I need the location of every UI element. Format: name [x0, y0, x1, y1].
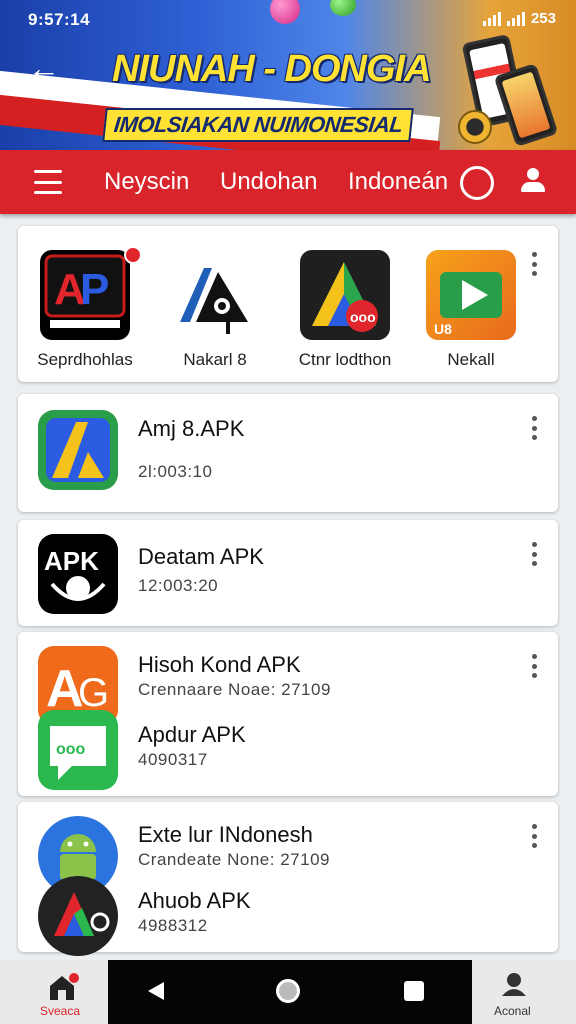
candy-decoration: [330, 0, 356, 16]
system-home-icon[interactable]: [276, 979, 300, 1003]
app-title: Deatam APK: [138, 544, 264, 569]
app-meta: 4090317: [138, 750, 208, 769]
user-icon[interactable]: [518, 166, 548, 196]
app-card-group: A G Hisoh Kond APK Crennaare Noae: 27109…: [18, 632, 558, 796]
notification-badge: [124, 246, 142, 264]
svg-text:U8: U8: [434, 321, 452, 337]
svg-text:G: G: [78, 671, 109, 715]
app-title: Amj 8.APK: [138, 416, 245, 441]
header-banner: 9:57:14 253 ← NIUNAH - DONGIA IMOLSIAKAN…: [0, 0, 576, 150]
featured-label[interactable]: Nakarl 8: [140, 350, 290, 370]
app-icon-yellow-a: [38, 410, 118, 490]
app-meta: 2l:003:10: [138, 462, 213, 481]
app-icon-green-chat[interactable]: ooo: [38, 710, 118, 790]
battery-percent: 253: [530, 10, 556, 27]
more-options-icon[interactable]: [530, 542, 538, 566]
status-icons: 253: [482, 10, 556, 27]
candy-decoration: [270, 0, 300, 24]
search-icon[interactable]: [460, 166, 494, 200]
phone-illustration: [493, 63, 559, 147]
featured-icon-play-store[interactable]: U8: [426, 250, 516, 340]
featured-icon-triangle-logo[interactable]: [170, 250, 260, 340]
system-back-icon[interactable]: [148, 982, 164, 1000]
app-card-group: Exte lur INdonesh Crandeate None: 27109 …: [18, 802, 558, 956]
app-meta: 4988312: [138, 916, 208, 935]
app-card[interactable]: APK Deatam APK 12:003:20: [18, 520, 558, 626]
status-time: 9:57:14: [28, 10, 91, 29]
featured-apps-card: A P Seprdhohlas Nakarl 8 ooo Ctnr lodtho…: [18, 226, 558, 382]
app-icon-dark-triangle[interactable]: [38, 876, 118, 956]
app-meta: Crennaare Noae: 27109: [138, 680, 331, 699]
svg-text:ooo: ooo: [56, 741, 86, 758]
more-options-icon[interactable]: [530, 654, 538, 678]
svg-text:P: P: [80, 265, 109, 314]
coin-illustration: [458, 110, 492, 144]
signal-icon: [482, 11, 501, 26]
app-title[interactable]: Hisoh Kond APK: [138, 652, 301, 678]
back-arrow-icon[interactable]: ←: [26, 50, 62, 86]
more-options-icon[interactable]: [530, 252, 538, 276]
home-tab-label[interactable]: Sveaca: [40, 1004, 80, 1018]
banner-subtitle: IMOLSIAKAN NUIMONESIAL: [102, 108, 415, 142]
more-options-icon[interactable]: [530, 824, 538, 848]
svg-text:ooo: ooo: [350, 309, 376, 325]
app-title[interactable]: Apdur APK: [138, 722, 246, 748]
hamburger-menu-icon[interactable]: [34, 170, 62, 194]
system-recents-icon[interactable]: [404, 981, 424, 1001]
app-title[interactable]: Exte lur INdonesh: [138, 822, 313, 848]
featured-icon-colorful-triangle[interactable]: ooo: [300, 250, 390, 340]
phones-illustration: [448, 26, 568, 147]
app-card[interactable]: Amj 8.APK 2l:003:10: [18, 394, 558, 512]
home-icon[interactable]: [44, 972, 80, 1002]
svg-text:APK: APK: [44, 546, 99, 576]
tab-indonesia[interactable]: Indoneán: [348, 168, 448, 196]
banner-title: NIUNAH - DONGIA: [112, 48, 432, 90]
app-meta: Crandeate None: 27109: [138, 850, 330, 869]
app-title[interactable]: Ahuob APK: [138, 888, 251, 914]
app-meta: 12:003:20: [138, 576, 219, 595]
signal-icon: [506, 11, 525, 26]
app-icon-apk-logo: APK: [38, 534, 118, 614]
featured-label[interactable]: Seprdhohlas: [10, 350, 160, 370]
tab-undohan[interactable]: Undohan: [220, 168, 317, 196]
tab-neyscin[interactable]: Neyscin: [104, 168, 189, 196]
featured-icon-ap-logo[interactable]: A P: [40, 250, 130, 340]
account-tab-label[interactable]: Aconal: [494, 1004, 531, 1018]
featured-label[interactable]: Nekall: [396, 350, 546, 370]
account-icon[interactable]: [500, 970, 528, 1000]
more-options-icon[interactable]: [530, 416, 538, 440]
